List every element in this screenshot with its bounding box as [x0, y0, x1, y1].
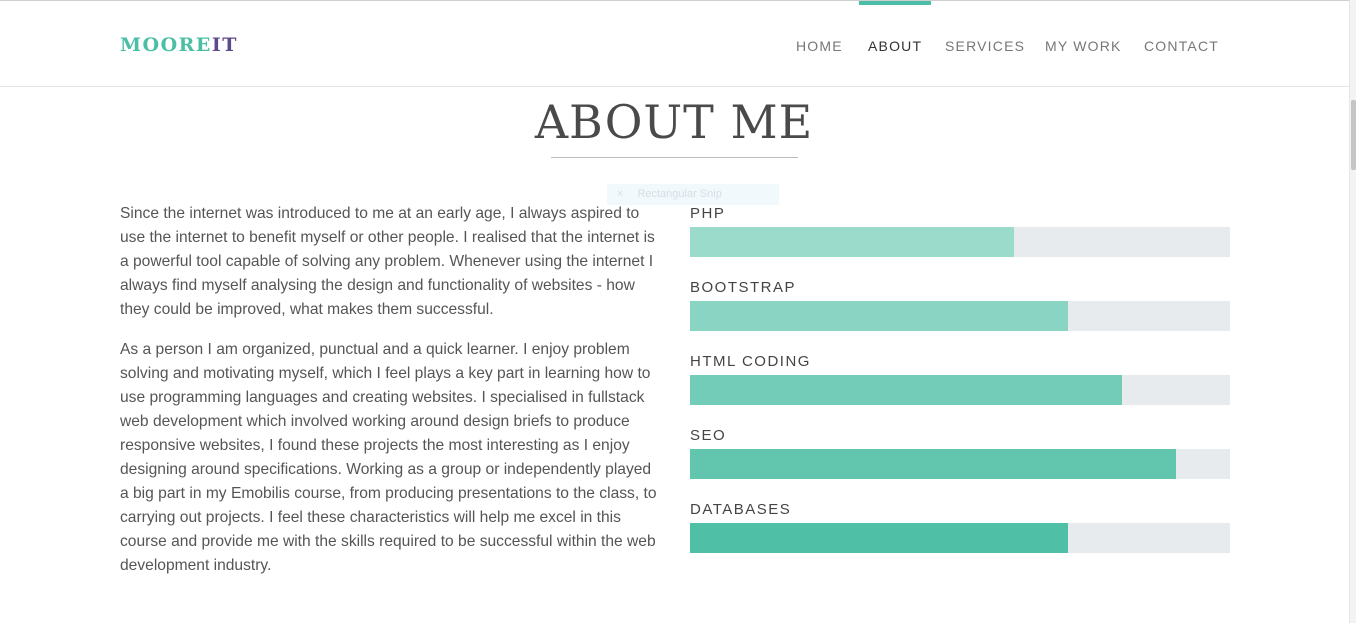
skill-progress-fill: [690, 301, 1068, 331]
about-paragraph-1: Since the internet was introduced to me …: [120, 205, 655, 318]
main-nav: HOME ABOUT SERVICES MY WORK CONTACT: [0, 1, 1349, 86]
skill-progress-fill: [690, 227, 1014, 257]
skill-bootstrap: BOOTSTRAP: [690, 276, 1230, 332]
close-icon: ×: [617, 188, 624, 200]
nav-item-label: CONTACT: [1144, 38, 1220, 54]
scrollbar-thumb[interactable]: [1351, 100, 1356, 170]
skill-label: DATABASES: [690, 501, 792, 518]
skill-label: PHP: [690, 205, 726, 222]
active-nav-indicator: [859, 1, 932, 5]
skill-progress-track: [690, 301, 1230, 331]
skill-html-coding: HTML CODING: [690, 350, 1230, 406]
page-scrollbar[interactable]: [1349, 0, 1356, 623]
nav-item-label: HOME: [796, 38, 843, 54]
skill-label: BOOTSTRAP: [690, 279, 797, 296]
section-heading: ABOUT ME: [534, 95, 814, 149]
navbar: MOOREIT HOME ABOUT SERVICES MY WORK CONT…: [0, 1, 1349, 87]
skill-label: HTML CODING: [690, 353, 811, 370]
skill-progress-fill: [690, 375, 1122, 405]
nav-item-label: ABOUT: [868, 38, 923, 54]
skill-seo: SEO: [690, 424, 1230, 480]
skill-progress-fill: [690, 449, 1176, 479]
about-text: Since the internet was introduced to me …: [120, 202, 660, 594]
nav-item-services[interactable]: SERVICES: [945, 1, 1025, 86]
nav-item-label: SERVICES: [945, 38, 1026, 54]
snip-tooltip-text: Rectangular Snip: [637, 188, 722, 200]
nav-item-label: MY WORK: [1045, 38, 1122, 54]
page: MOOREIT HOME ABOUT SERVICES MY WORK CONT…: [0, 0, 1356, 623]
about-paragraph-2: As a person I am organized, punctual and…: [120, 341, 657, 574]
skill-php: PHP: [690, 202, 1230, 258]
nav-item-about[interactable]: ABOUT: [859, 1, 932, 86]
skill-progress-track: [690, 523, 1230, 553]
heading-underline: [551, 157, 798, 158]
skill-progress-track: [690, 227, 1230, 257]
nav-item-home[interactable]: HOME: [796, 1, 843, 86]
skill-databases: DATABASES: [690, 498, 1230, 554]
skill-label: SEO: [690, 427, 727, 444]
nav-item-contact[interactable]: CONTACT: [1144, 1, 1219, 86]
skill-progress-track: [690, 375, 1230, 405]
skill-progress-track: [690, 449, 1230, 479]
skill-progress-fill: [690, 523, 1068, 553]
nav-item-my-work[interactable]: MY WORK: [1045, 1, 1122, 86]
